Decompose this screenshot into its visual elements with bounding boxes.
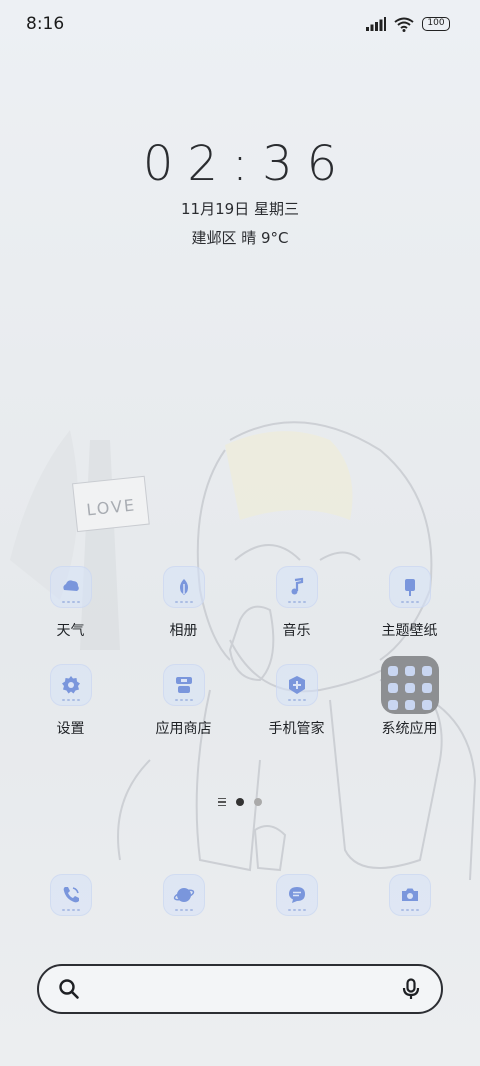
wifi-icon (394, 17, 414, 32)
app-settings[interactable]: 设置 (14, 664, 127, 738)
app-label: 主题壁纸 (381, 623, 438, 639)
security-icon (275, 664, 318, 706)
browser-icon (162, 874, 205, 916)
app-label: 天气 (56, 623, 85, 639)
gallery-icon (162, 566, 205, 608)
dock-browser[interactable] (127, 874, 240, 916)
app-music[interactable]: 音乐 (240, 566, 353, 640)
dock-camera[interactable] (353, 874, 466, 916)
weather-icon (49, 566, 92, 608)
app-label: 设置 (56, 721, 85, 737)
phone-icon (49, 874, 92, 916)
clock-date: 11月19日 星期三 (181, 200, 299, 218)
love-sign: LOVE (72, 475, 150, 533)
svg-text:LOVE: LOVE (86, 495, 137, 519)
themes-icon (388, 566, 431, 608)
dock-messages[interactable] (240, 874, 353, 916)
music-icon (275, 566, 318, 608)
menu-lines-icon (218, 798, 226, 806)
app-store-icon (162, 664, 205, 706)
search-input[interactable] (93, 980, 387, 998)
battery-level: 100 (427, 18, 445, 28)
clock-weather: 建邺区 晴 9°C (191, 229, 289, 247)
page-dot-active[interactable] (236, 798, 244, 806)
status-icons: 100 (366, 17, 450, 32)
battery-icon: 100 (422, 17, 450, 31)
folder-icon (380, 656, 439, 714)
app-label: 手机管家 (268, 721, 325, 737)
search-bar[interactable] (37, 964, 443, 1014)
signal-icon (366, 17, 386, 31)
clock-widget[interactable]: 02:36 11月19日 星期三 建邺区 晴 9°C (0, 136, 480, 248)
app-label: 系统应用 (381, 721, 438, 737)
status-bar: 8:16 100 (0, 0, 480, 48)
clock-time: 02:36 (142, 136, 352, 192)
app-label: 应用商店 (155, 721, 212, 737)
app-gallery[interactable]: 相册 (127, 566, 240, 640)
camera-icon (388, 874, 431, 916)
app-themes[interactable]: 主题壁纸 (353, 566, 466, 640)
app-label: 相册 (169, 623, 198, 639)
microphone-icon[interactable] (399, 977, 423, 1001)
app-label: 音乐 (282, 623, 311, 639)
page-dot[interactable] (254, 798, 262, 806)
app-grid: 天气 相册 音乐 主题壁纸 设置 应用商店 手机管家 系统应用 (14, 566, 466, 738)
dock (14, 874, 466, 916)
page-indicator[interactable] (0, 796, 480, 808)
dock-phone[interactable] (14, 874, 127, 916)
search-icon[interactable] (57, 977, 81, 1001)
app-weather[interactable]: 天气 (14, 566, 127, 640)
app-security[interactable]: 手机管家 (240, 664, 353, 738)
app-app-store[interactable]: 应用商店 (127, 664, 240, 738)
messages-icon (275, 874, 318, 916)
app-folder-system[interactable]: 系统应用 (353, 656, 466, 738)
status-time: 8:16 (26, 14, 65, 34)
gear-icon (49, 664, 92, 706)
